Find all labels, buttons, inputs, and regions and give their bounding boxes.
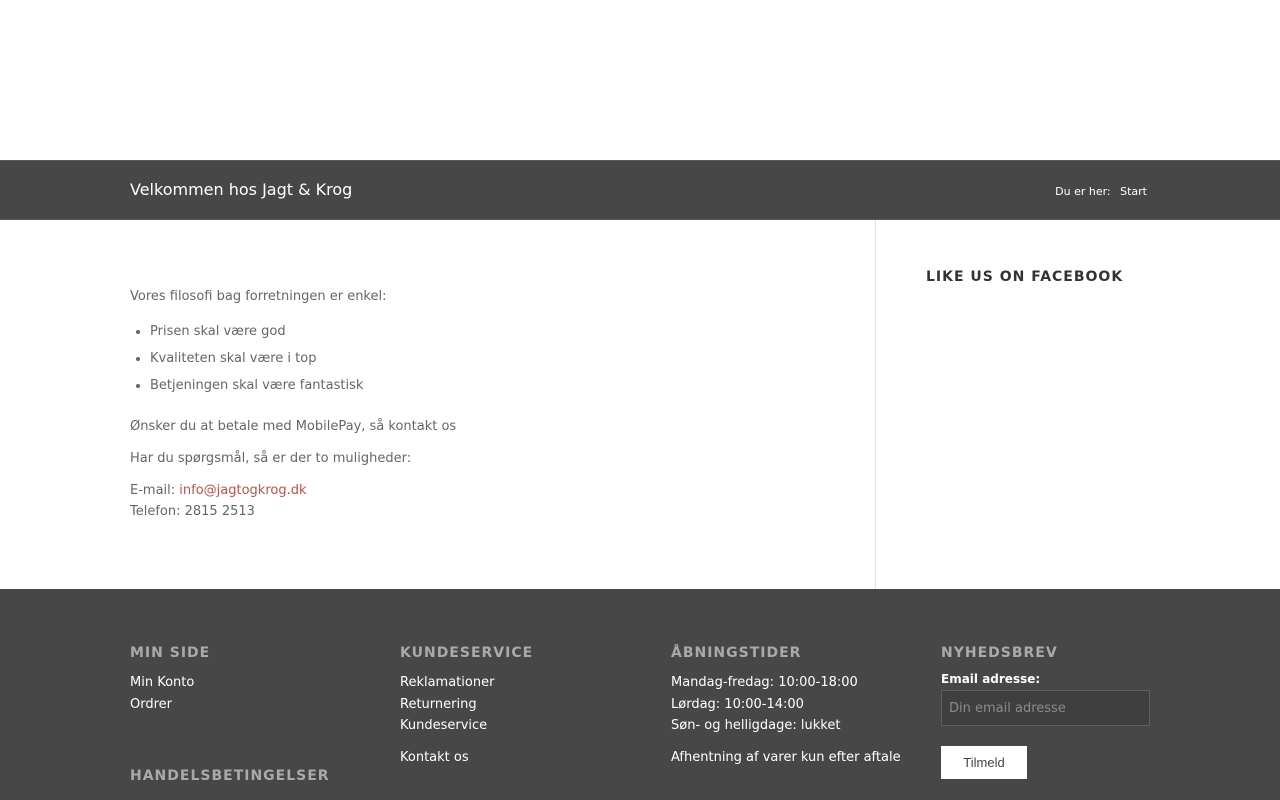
footer: MIN SIDE Min Konto Ordrer HANDELSBETINGE… [0,589,1280,800]
hours-line: Søn- og helligdage: lukket [671,718,841,733]
min-konto-link[interactable]: Min Konto [130,672,360,694]
list-item: Prisen skal være god [150,321,830,342]
email-label: E-mail: [130,483,176,498]
mobilepay-text: Ønsker du at betale med MobilePay, så ko… [130,419,457,434]
header-area [0,0,1280,160]
kundeservice-link[interactable]: Kundeservice [400,715,630,737]
philosophy-list: Prisen skal være god Kvaliteten skal vær… [150,321,830,396]
footer-heading: ÅBNINGSTIDER [671,645,802,661]
footer-heading: KUNDESERVICE [400,645,534,661]
intro-text: Vores filosofi bag forretningen er enkel… [130,289,387,304]
breadcrumb: Du er her: Start [1055,185,1147,198]
pickup-note: Afhentning af varer kun efter aftale [671,749,901,765]
footer-col-min-side: MIN SIDE Min Konto Ordrer [130,645,360,715]
breadcrumb-prefix: Du er her: [1055,185,1111,198]
email-link[interactable]: info@jagtogkrog.dk [179,483,306,498]
footer-col-handelsbetingelser: HANDELSBETINGELSER [130,768,330,784]
hours-line: Mandag-fredag: 10:00-18:00 [671,675,858,690]
page-title: Velkommen hos Jagt & Krog [130,180,353,199]
list-item: Betjeningen skal være fantastisk [150,375,830,396]
ordrer-link[interactable]: Ordrer [130,694,360,716]
list-item: Kvaliteten skal være i top [150,348,830,369]
hours-line: Lørdag: 10:00-14:00 [671,696,804,712]
newsletter-email-input[interactable] [941,690,1150,726]
newsletter-email-label: Email adresse: [941,672,1041,686]
phone-text: Telefon: 2815 2513 [130,504,255,519]
newsletter-subscribe-button[interactable]: Tilmeld [941,746,1027,779]
sidebar-divider [875,220,876,589]
footer-heading: NYHEDSBREV [941,645,1058,661]
footer-col-nyhedsbrev: NYHEDSBREV Email adresse: Tilmeld [941,645,1151,779]
breadcrumb-start-link[interactable]: Start [1120,185,1147,198]
kontakt-os-link[interactable]: Kontakt os [400,747,630,769]
footer-heading: HANDELSBETINGELSER [130,768,330,784]
footer-heading: MIN SIDE [130,645,211,661]
questions-text: Har du spørgsmål, så er der to mulighede… [130,451,412,466]
reklamationer-link[interactable]: Reklamationer [400,672,630,694]
main-content: Vores filosofi bag forretningen er enkel… [130,286,830,533]
content-area: Vores filosofi bag forretningen er enkel… [0,220,1280,589]
footer-col-aabningstider: ÅBNINGSTIDER Mandag-fredag: 10:00-18:00 … [671,645,901,768]
facebook-widget-title: LIKE US ON FACEBOOK [926,269,1124,285]
returnering-link[interactable]: Returnering [400,694,630,716]
email-line: E-mail: info@jagtogkrog.dk [130,480,830,501]
footer-col-kundeservice: KUNDESERVICE Reklamationer Returnering K… [400,645,630,768]
title-bar: Velkommen hos Jagt & Krog Du er her: Sta… [0,160,1280,220]
